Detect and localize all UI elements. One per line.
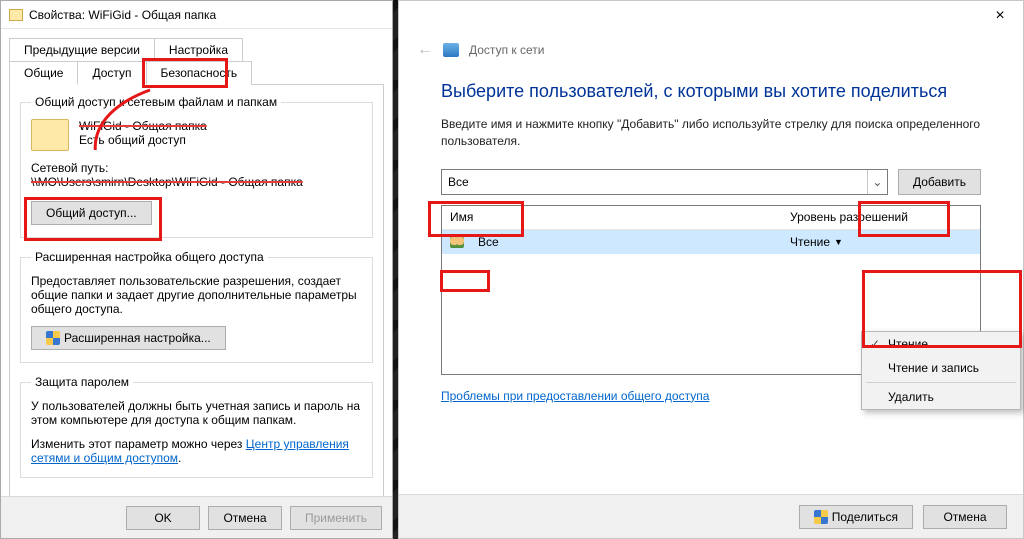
- menu-readwrite[interactable]: Чтение и запись: [862, 356, 1020, 380]
- network-share-group: Общий доступ к сетевым файлам и папкам W…: [20, 95, 373, 238]
- menu-separator: [866, 382, 1016, 383]
- col-name[interactable]: Имя: [442, 210, 790, 224]
- row-perm[interactable]: Чтение ▼: [790, 235, 980, 249]
- group-icon: [450, 236, 464, 248]
- apply-button: Применить: [290, 506, 382, 530]
- folder-icon: [31, 119, 69, 151]
- cancel-button[interactable]: Отмена: [208, 506, 282, 530]
- properties-titlebar: Свойства: WiFiGid - Общая папка: [1, 1, 392, 29]
- user-combo-input[interactable]: [441, 169, 888, 195]
- wizard-heading: Выберите пользователей, с которыми вы хо…: [441, 81, 981, 102]
- wizard-cancel-button[interactable]: Отмена: [923, 505, 1007, 529]
- back-icon[interactable]: ←: [417, 41, 433, 59]
- list-header: Имя Уровень разрешений: [442, 206, 980, 230]
- advanced-share-button-label: Расширенная настройка...: [64, 331, 211, 345]
- password-legend: Защита паролем: [31, 375, 133, 389]
- chevron-down-icon: ▼: [834, 237, 843, 247]
- share-status: Есть общий доступ: [79, 133, 207, 147]
- advanced-share-desc: Предоставляет пользовательские разрешени…: [31, 274, 362, 316]
- password-link-before: Изменить этот параметр можно через: [31, 437, 246, 451]
- tab-customize[interactable]: Настройка: [154, 38, 243, 61]
- properties-title: Свойства: WiFiGid - Общая папка: [29, 8, 216, 22]
- wizard-footer: Поделиться Отмена: [399, 494, 1023, 538]
- row-name: Все: [470, 235, 790, 249]
- close-icon[interactable]: ×: [983, 7, 1017, 25]
- chevron-down-icon[interactable]: ⌄: [867, 170, 887, 194]
- advanced-share-legend: Расширенная настройка общего доступа: [31, 250, 268, 264]
- share-button[interactable]: Общий доступ...: [31, 201, 152, 225]
- tab-previous-versions[interactable]: Предыдущие версии: [9, 38, 155, 61]
- wizard-titlebar: ×: [399, 1, 1023, 31]
- list-row[interactable]: Все Чтение ▼: [442, 230, 980, 254]
- menu-read[interactable]: Чтение: [862, 332, 1020, 356]
- share-wizard: × ← Доступ к сети Выберите пользователей…: [398, 0, 1024, 539]
- permission-menu: Чтение Чтение и запись Удалить: [861, 331, 1021, 410]
- network-share-legend: Общий доступ к сетевым файлам и папкам: [31, 95, 281, 109]
- shield-icon: [46, 331, 60, 345]
- user-combo[interactable]: ⌄: [441, 169, 888, 195]
- ok-button[interactable]: OK: [126, 506, 200, 530]
- wizard-hint: Введите имя и нажмите кнопку "Добавить" …: [441, 116, 981, 151]
- network-path: \\MO\Users\smirn\Desktop\WiFiGid - Общая…: [31, 175, 362, 189]
- row-perm-label: Чтение: [790, 235, 830, 249]
- share-confirm-button[interactable]: Поделиться: [799, 505, 913, 529]
- tab-sharing[interactable]: Доступ: [77, 61, 146, 85]
- menu-remove[interactable]: Удалить: [862, 385, 1020, 409]
- share-confirm-label: Поделиться: [832, 510, 898, 524]
- troubleshoot-link[interactable]: Проблемы при предоставлении общего досту…: [441, 389, 709, 403]
- password-group: Защита паролем У пользователей должны бы…: [20, 375, 373, 478]
- advanced-share-button[interactable]: Расширенная настройка...: [31, 326, 226, 350]
- sharing-panel: Общий доступ к сетевым файлам и папкам W…: [9, 84, 384, 507]
- add-button[interactable]: Добавить: [898, 169, 981, 195]
- tab-general[interactable]: Общие: [9, 61, 78, 85]
- properties-dialog: Свойства: WiFiGid - Общая папка Предыдущ…: [0, 0, 393, 539]
- col-perm[interactable]: Уровень разрешений: [790, 210, 980, 224]
- advanced-share-group: Расширенная настройка общего доступа Пре…: [20, 250, 373, 363]
- wizard-crumb: ← Доступ к сети: [399, 31, 1023, 63]
- crumb-label: Доступ к сети: [469, 43, 544, 57]
- people-icon: [443, 43, 459, 57]
- properties-footer: OK Отмена Применить: [1, 496, 392, 538]
- shield-icon: [814, 510, 828, 524]
- password-desc: У пользователей должны быть учетная запи…: [31, 399, 362, 427]
- network-path-label: Сетевой путь:: [31, 161, 362, 175]
- folder-icon: [9, 9, 23, 21]
- tab-security[interactable]: Безопасность: [146, 61, 253, 85]
- share-name: WiFiGid - Общая папка: [79, 119, 207, 133]
